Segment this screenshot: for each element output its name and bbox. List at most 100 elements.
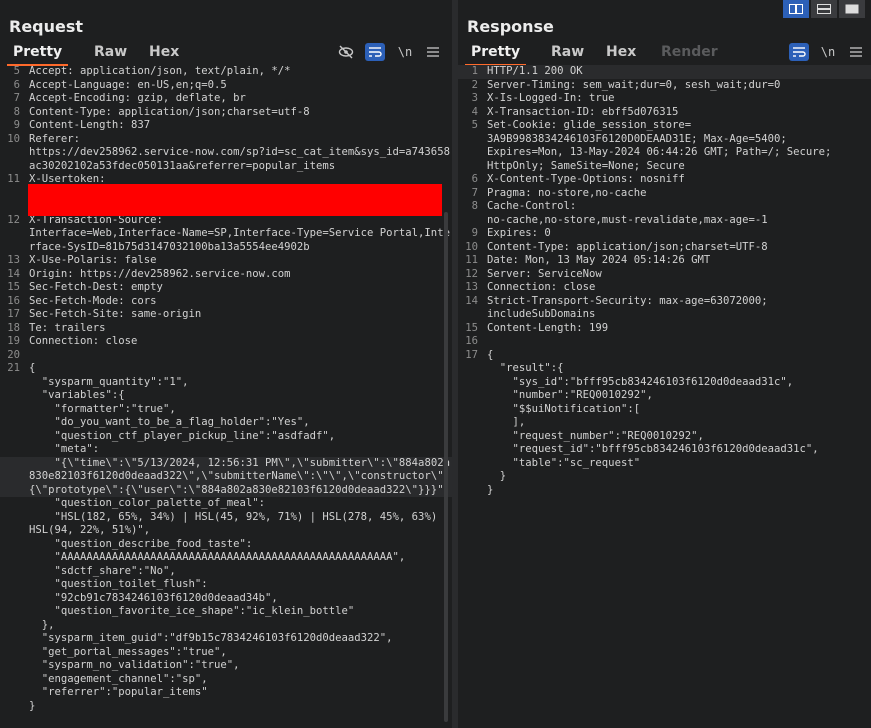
line-text (478, 335, 871, 349)
tab-pretty[interactable]: Pretty (6, 42, 69, 66)
line-number: 4 (471, 105, 478, 118)
code-line[interactable]: 17 { (458, 349, 871, 363)
code-line[interactable]: "question_color_palette_of_meal": (0, 497, 452, 511)
tab-render[interactable]: Render (661, 42, 718, 64)
request-editor[interactable]: 5 Accept: application/json, text/plain, *… (0, 65, 452, 713)
split-horizontal-icon[interactable] (783, 0, 809, 18)
code-line[interactable]: 14 Strict-Transport-Security: max-age=630… (458, 295, 871, 322)
code-line[interactable]: "do_you_want_to_be_a_flag_holder":"Yes", (0, 416, 452, 430)
line-number (0, 646, 20, 660)
code-line[interactable]: "question_toilet_flush": (0, 578, 452, 592)
code-line[interactable]: 10 Content-Type: application/json;charset… (458, 241, 871, 255)
code-line[interactable]: 6 X-Content-Type-Options: nosniff (458, 173, 871, 187)
code-line[interactable]: 7 Accept-Encoding: gzip, deflate, br (0, 92, 452, 106)
code-line[interactable]: "variables":{ (0, 389, 452, 403)
code-line[interactable]: "engagement_channel":"sp", (0, 673, 452, 687)
code-line[interactable]: "sysparm_item_guid":"df9b15c7834246103f6… (0, 632, 452, 646)
code-line[interactable]: 21 { (0, 362, 452, 376)
code-line[interactable]: "$$uiNotification":[ (458, 403, 871, 417)
code-line[interactable]: "AAAAAAAAAAAAAAAAAAAAAAAAAAAAAAAAAAAAAAA… (0, 551, 452, 565)
tab-pretty[interactable]: Pretty (464, 42, 527, 66)
code-line[interactable]: 13 X-Use-Polaris: false (0, 254, 452, 268)
code-line[interactable]: 13 Connection: close (458, 281, 871, 295)
code-line[interactable]: "sysparm_no_validation":"true", (0, 659, 452, 673)
code-line[interactable]: } (458, 484, 871, 498)
code-line[interactable]: 12 X-Transaction-Source: Interface=Web,In… (0, 214, 452, 255)
line-text: Server-Timing: sem_wait;dur=0, sesh_wait… (487, 78, 781, 91)
code-line[interactable]: 9 Content-Length: 837 (0, 119, 452, 133)
code-line[interactable]: } (458, 470, 871, 484)
code-line[interactable]: "referrer":"popular_items" (0, 686, 452, 700)
line-text: Expires: 0 (487, 227, 551, 239)
code-line[interactable]: 16 Sec-Fetch-Mode: cors (0, 295, 452, 309)
code-line[interactable]: "sysparm_quantity":"1", (0, 376, 452, 390)
split-vertical-icon[interactable] (811, 0, 837, 18)
newline-toggle[interactable]: \n (395, 43, 415, 61)
code-line[interactable]: 1 HTTP/1.1 200 OK (458, 65, 871, 79)
code-line[interactable]: "request_number":"REQ0010292", (458, 430, 871, 444)
code-line[interactable]: 11 Date: Mon, 13 May 2024 05:14:26 GMT (458, 254, 871, 268)
code-line[interactable]: 5 Set-Cookie: glide_session_store= 3A9B99… (458, 119, 871, 173)
tab-hex[interactable]: Hex (606, 42, 636, 64)
line-number: 12 (7, 213, 20, 226)
code-line[interactable]: 9 Expires: 0 (458, 227, 871, 241)
line-number: 16 (7, 294, 20, 307)
code-line[interactable]: 8 Cache-Control: no-cache,no-store,must-r… (458, 200, 871, 227)
tab-hex[interactable]: Hex (149, 42, 179, 64)
code-line[interactable]: "meta": (0, 443, 452, 457)
layout-switcher (783, 0, 865, 18)
single-panel-icon[interactable] (839, 0, 865, 18)
code-line[interactable]: 3 X-Is-Logged-In: true (458, 92, 871, 106)
code-line[interactable]: 12 Server: ServiceNow (458, 268, 871, 282)
code-line[interactable]: ], (458, 416, 871, 430)
code-line[interactable]: }, (0, 619, 452, 633)
code-line[interactable]: "sys_id":"bfff95cb834246103f6120d0deaad3… (458, 376, 871, 390)
hamburger-menu-icon[interactable] (423, 43, 443, 61)
line-number: 13 (465, 281, 478, 293)
wrap-lines-icon[interactable] (789, 43, 809, 61)
eye-slash-icon[interactable] (336, 43, 356, 61)
code-line[interactable]: 8 Content-Type: application/json;charset=… (0, 106, 452, 120)
code-line[interactable]: "question_ctf_player_pickup_line":"asdfa… (0, 430, 452, 444)
code-line[interactable]: "HSL(182, 65%, 34%) | HSL(45, 92%, 71%) … (0, 511, 452, 538)
line-number (0, 538, 20, 552)
code-line[interactable]: 7 Pragma: no-store,no-cache (458, 187, 871, 201)
code-line[interactable]: 16 (458, 335, 871, 349)
hamburger-menu-icon[interactable] (846, 43, 866, 61)
code-line[interactable]: "92cb91c7834246103f6120d0deaad34b", (0, 592, 452, 606)
code-line[interactable]: 18 Te: trailers (0, 322, 452, 336)
code-line[interactable]: 6 Accept-Language: en-US,en;q=0.5 (0, 79, 452, 93)
line-number (0, 457, 20, 498)
newline-toggle[interactable]: \n (818, 43, 838, 61)
code-line[interactable]: 17 Sec-Fetch-Site: same-origin (0, 308, 452, 322)
code-line[interactable]: "result":{ (458, 362, 871, 376)
code-line[interactable]: 14 Origin: https://dev258962.service-now.… (0, 268, 452, 282)
code-line[interactable]: 2 Server-Timing: sem_wait;dur=0, sesh_wai… (458, 79, 871, 93)
tab-raw[interactable]: Raw (551, 42, 584, 64)
code-line[interactable]: 20 (0, 349, 452, 363)
code-line[interactable]: "request_id":"bfff95cb834246103f6120d0de… (458, 443, 871, 457)
wrap-lines-icon[interactable] (365, 43, 385, 61)
code-line[interactable]: "question_favorite_ice_shape":"ic_klein_… (0, 605, 452, 619)
line-text: ], (487, 416, 526, 428)
code-line[interactable]: 10 Referer: https://dev258962.service-now… (0, 133, 452, 174)
code-line[interactable]: 4 X-Transaction-ID: ebff5d076315 (458, 106, 871, 120)
code-line[interactable]: "table":"sc_request" (458, 457, 871, 471)
tab-raw[interactable]: Raw (94, 42, 127, 64)
line-text (20, 349, 452, 363)
code-line[interactable]: 15 Sec-Fetch-Dest: empty (0, 281, 452, 295)
code-line[interactable]: 5 Accept: application/json, text/plain, *… (0, 65, 452, 79)
response-editor[interactable]: 1 HTTP/1.1 200 OK 2 Server-Timing: sem_wait… (458, 65, 871, 497)
code-line[interactable]: "sdctf_share":"No", (0, 565, 452, 579)
code-line[interactable]: 15 Content-Length: 199 (458, 322, 871, 336)
code-line[interactable]: "{\"time\":\"5/13/2024, 12:56:31 PM\",\"… (0, 456, 452, 498)
request-scrollbar[interactable] (444, 212, 448, 722)
code-line[interactable]: "number":"REQ0010292", (458, 389, 871, 403)
code-line[interactable]: "get_portal_messages":"true", (0, 646, 452, 660)
line-text: } (487, 470, 507, 482)
code-line[interactable]: } (0, 700, 452, 714)
line-text: } (487, 483, 494, 496)
code-line[interactable]: 19 Connection: close (0, 335, 452, 349)
code-line[interactable]: "question_describe_food_taste": (0, 538, 452, 552)
code-line[interactable]: "formatter":"true", (0, 403, 452, 417)
